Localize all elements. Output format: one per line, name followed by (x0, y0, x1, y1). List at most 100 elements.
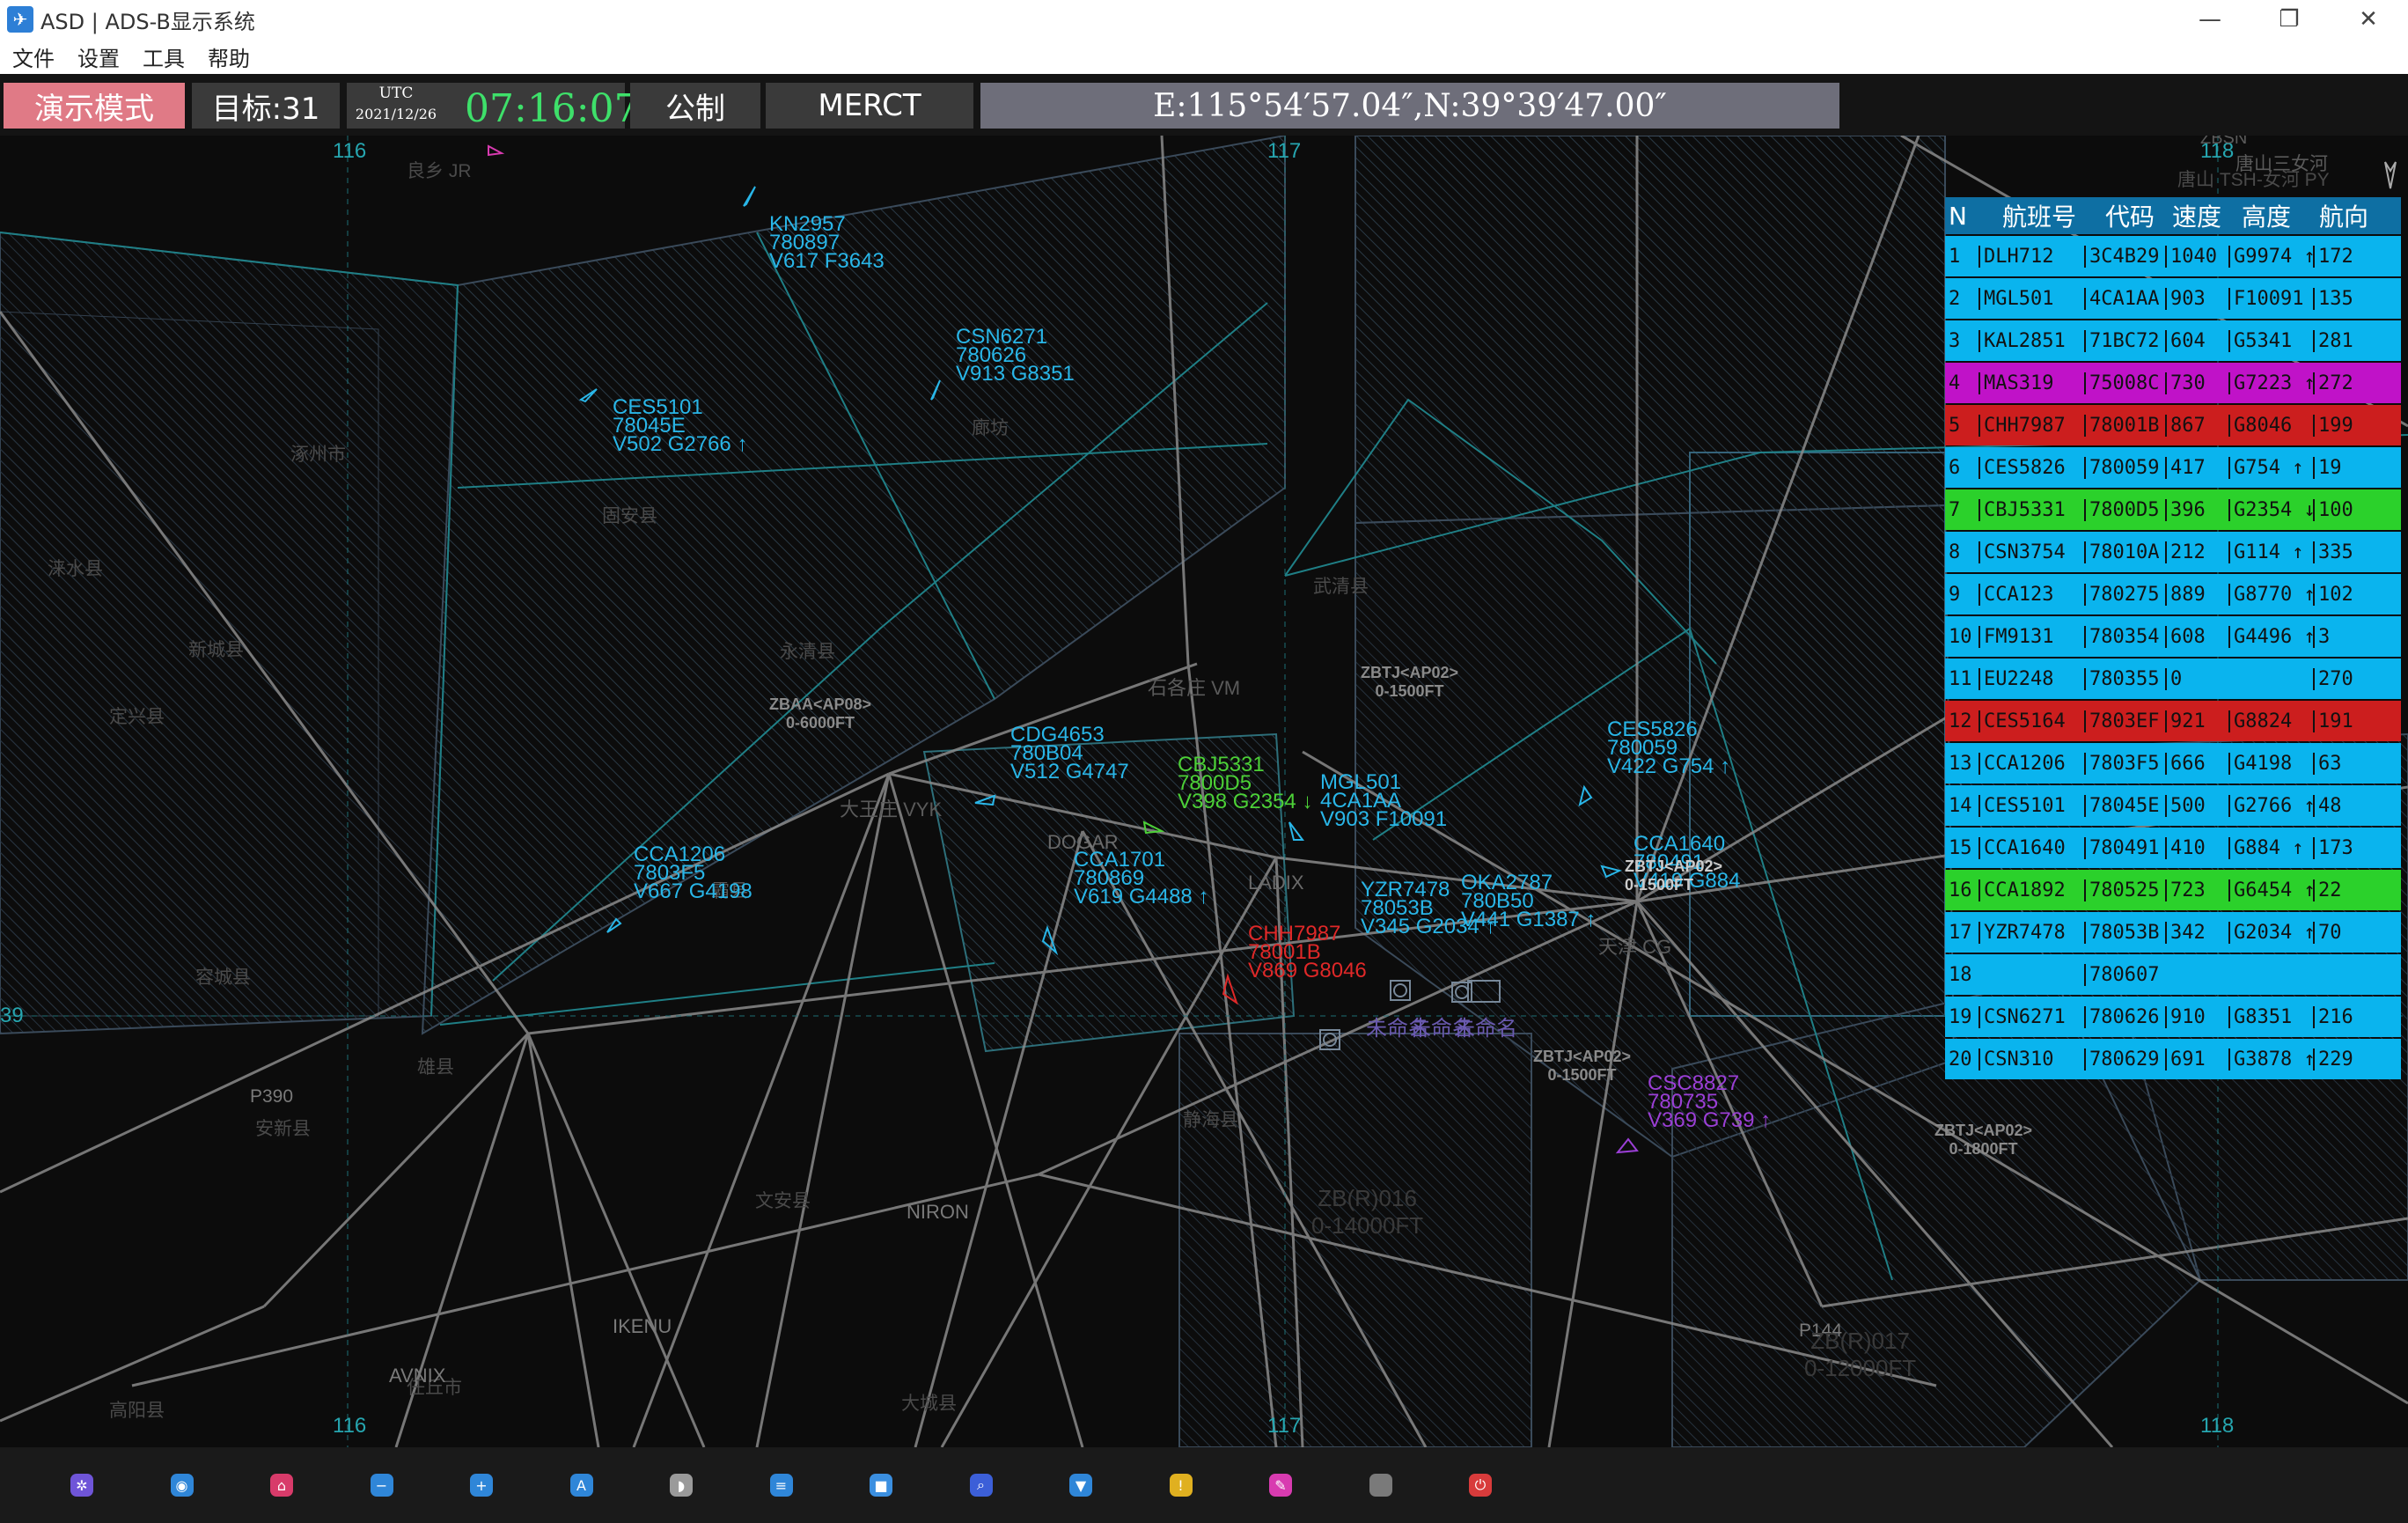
table-row[interactable]: 9 CCA123 780275 889 G8770 ↑ 102 (1945, 574, 2401, 614)
aircraft-label[interactable]: CBJ5331 7800D5 V398 G2354 ↓ (1178, 754, 1312, 813)
table-row[interactable]: 6 CES5826 780059 417 G754 ↑ 19 (1945, 447, 2401, 488)
aircraft-label[interactable]: CDG4653 780B04 V512 G4747 (1010, 725, 1129, 783)
col-alt[interactable]: 高度 (2228, 198, 2304, 233)
col-n[interactable]: N (1945, 202, 1984, 231)
bottom-toolbar: ✲ ◉ ⌂ − + A ◗ ≡ ■ ⌕ ▼! ✎ ⏻ (0, 1447, 2408, 1523)
table-row[interactable]: 5 CHH7987 78001B 867 G8046 199 (1945, 405, 2401, 445)
col-flight[interactable]: 航班号 (1984, 198, 2095, 233)
minimize-button[interactable]: — (2170, 0, 2250, 39)
aircraft-label[interactable]: OKA2787 780B50 V441 G1387 ↑ (1461, 872, 1596, 931)
table-row[interactable]: 17 YZR7478 78053B 342 G2034 ↑ 70 (1945, 912, 2401, 953)
cell-alt: G114 ↑ (2228, 541, 2313, 563)
waypoint-label: 石各庄 VM (1148, 677, 1241, 699)
menu-tools[interactable]: 工具 (143, 41, 185, 72)
menu-help[interactable]: 帮助 (208, 41, 250, 72)
cell-flight: CSN3754 (1979, 541, 2084, 563)
flight-table[interactable]: N 航班号 代码 速度 高度 航向 1 DLH712 3C4B29 1040 G9974… (1945, 197, 2401, 1079)
aircraft-label[interactable]: CES5826 780059 V422 G754 ↑ (1607, 719, 1730, 777)
globe-icon[interactable]: ◉ (170, 1474, 194, 1497)
cell-flight: CES5826 (1979, 456, 2084, 479)
col-speed[interactable]: 速度 (2165, 198, 2228, 233)
draw-icon[interactable]: ✎ (1269, 1474, 1292, 1497)
airspace-label: ZBTJ<AP02> 0-1800FT (1934, 1122, 2033, 1158)
cell-speed: 903 (2165, 287, 2228, 310)
projection-button[interactable]: MERCT (766, 83, 973, 129)
table-row[interactable]: 8 CSN3754 78010A 212 G114 ↑ 335 (1945, 532, 2401, 572)
menu-file[interactable]: 文件 (12, 41, 55, 72)
col-hdg[interactable]: 航向 (2304, 198, 2383, 233)
place-label: 大城县 (901, 1394, 957, 1414)
cell-code: 780629 (2084, 1048, 2165, 1071)
font-icon[interactable]: A (569, 1474, 593, 1497)
table-row[interactable]: 19 CSN6271 780626 910 G8351 216 (1945, 997, 2401, 1037)
demo-mode-button[interactable]: 演示模式 (4, 83, 185, 129)
cell-code: 780355 (2084, 667, 2165, 690)
table-row[interactable]: 1 DLH712 3C4B29 1040 G9974 ↑ 172 (1945, 236, 2401, 276)
cell-hdg: 102 (2313, 583, 2375, 606)
cell-alt: G754 ↑ (2228, 456, 2313, 479)
table-row[interactable]: 16 CCA1892 780525 723 G6454 ↑ 22 (1945, 870, 2401, 910)
aircraft-label[interactable]: CES5101 78045E V502 G2766 ↑ (613, 397, 747, 455)
table-row[interactable]: 11 EU2248 780355 0 270 (1945, 658, 2401, 699)
zoom-out-icon[interactable]: − (370, 1474, 393, 1497)
cell-n: 18 (1949, 963, 1972, 986)
filter-icon[interactable]: ▼ (1069, 1474, 1092, 1497)
close-button[interactable]: ✕ (2329, 0, 2408, 39)
table-row[interactable]: 20 CSN310 780629 691 G3878 ↑ 229 (1945, 1039, 2401, 1079)
table-row[interactable]: 2 MGL501 4CA1AA 903 F10091 135 (1945, 278, 2401, 319)
table-row[interactable]: 7 CBJ5331 7800D5 396 G2354 ↓ 100 (1945, 489, 2401, 530)
blank-icon[interactable] (1369, 1474, 1392, 1497)
cell-hdg: 63 (2313, 752, 2375, 775)
utc-date: 2021/12/26 (355, 106, 437, 122)
cell-speed: 396 (2165, 498, 2228, 521)
aircraft-label[interactable]: CCA1206 7803F5 V667 G4198 (634, 844, 752, 902)
cell-code: 780059 (2084, 456, 2165, 479)
place-label: ZBSN (2200, 136, 2248, 148)
window-title: ASD | ADS-B显示系统 (40, 9, 255, 34)
table-row[interactable]: 13 CCA1206 7803F5 666 G4198 63 (1945, 743, 2401, 784)
power-icon[interactable]: ⏻ (1469, 1474, 1492, 1497)
waypoint-label: IKENU (613, 1315, 672, 1337)
restricted-area-label: ZB(R)017 0-12000FT (1804, 1328, 1917, 1381)
search-icon[interactable]: ⌕ (969, 1474, 993, 1497)
aircraft-label[interactable]: CCA1701 780869 V619 G4488 ↑ (1074, 850, 1208, 908)
list-icon[interactable]: ≡ (769, 1474, 793, 1497)
place-label: 雄县 (417, 1057, 454, 1078)
cell-flight: CES5101 (1979, 794, 2084, 817)
aircraft-label[interactable]: CSC8827 780735 V369 G739 ↑ (1648, 1073, 1771, 1131)
table-row[interactable]: 10 FM9131 780354 608 G4496 ↑ 3 (1945, 616, 2401, 657)
cell-flight: FM9131 (1979, 625, 2084, 648)
waypoint-label: LADIX (1248, 872, 1304, 894)
cell-hdg: 48 (2313, 794, 2375, 817)
table-row[interactable]: 14 CES5101 78045E 500 G2766 ↑ 48 (1945, 785, 2401, 826)
sound-icon[interactable]: ◗ (670, 1474, 693, 1497)
cell-code: 780275 (2084, 583, 2165, 606)
cell-alt: G8046 (2228, 414, 2313, 437)
aircraft-label[interactable]: MGL501 4CA1AA V903 F10091 (1320, 772, 1447, 830)
zoom-in-icon[interactable]: + (470, 1474, 493, 1497)
restore-button[interactable]: ❐ (2250, 0, 2329, 39)
home-icon[interactable]: ⌂ (270, 1474, 293, 1497)
cell-code: 75008C (2084, 372, 2165, 394)
col-code[interactable]: 代码 (2095, 198, 2165, 233)
menu-settings[interactable]: 设置 (77, 41, 120, 72)
aircraft-label[interactable]: CHH7987 78001B V869 G8046 (1248, 923, 1367, 982)
settings-icon[interactable]: ✲ (70, 1474, 93, 1497)
aircraft-label[interactable]: KN2957 780897 V617 F3643 (769, 214, 885, 272)
units-button[interactable]: 公制 (630, 83, 760, 129)
cell-speed: 342 (2165, 921, 2228, 944)
layers-icon[interactable]: ■ (870, 1474, 892, 1497)
cell-hdg: 172 (2313, 245, 2375, 268)
unknown-target-label[interactable]: 未命名 (1454, 1011, 1517, 1041)
table-row[interactable]: 12 CES5164 7803EF 921 G8824 191 (1945, 701, 2401, 741)
cell-speed: 921 (2165, 710, 2228, 732)
table-row[interactable]: 18 780607 (1945, 954, 2401, 995)
aircraft-label[interactable]: CSN6271 780626 V913 G8351 (956, 327, 1075, 385)
table-row[interactable]: 15 CCA1640 780491 410 G884 ↑ 173 (1945, 828, 2401, 868)
alert-icon[interactable]: ! (1169, 1474, 1193, 1497)
table-row[interactable]: 4 MAS319 75008C 730 G7223 ↑ 272 (1945, 363, 2401, 403)
cell-speed: 910 (2165, 1005, 2228, 1028)
cell-code: 7803EF (2084, 710, 2165, 732)
table-row[interactable]: 3 KAL2851 71BC72 604 G5341 281 (1945, 320, 2401, 361)
cell-hdg: 272 (2313, 372, 2375, 394)
